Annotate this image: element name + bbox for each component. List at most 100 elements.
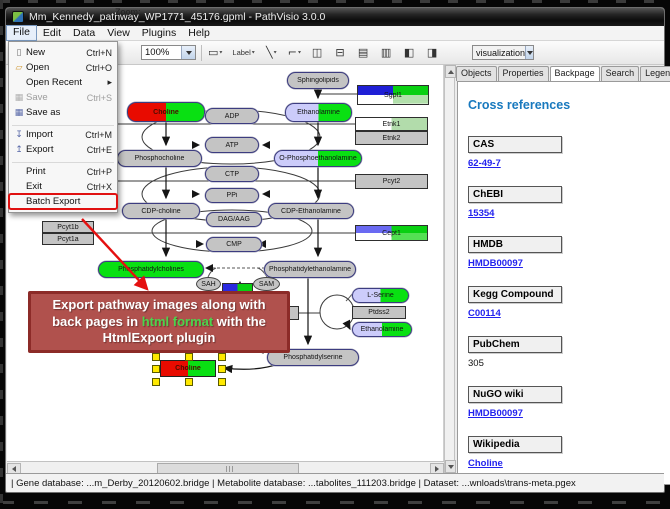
file-menu-item[interactable] — [12, 121, 114, 126]
visualization-dropdown-icon[interactable] — [525, 46, 533, 59]
frame-artifact-left — [0, 0, 3, 509]
pathway-node[interactable]: Ethanolamine — [352, 322, 412, 337]
file-menu-item-label: New — [26, 47, 45, 58]
pathway-node[interactable]: CDP-choline — [122, 203, 200, 219]
new-line-button[interactable]: ╲ ▾ — [263, 43, 280, 62]
file-menu-item-shortcut: Ctrl+P — [87, 167, 112, 177]
pathway-node-label: Pcyt1a — [56, 236, 79, 243]
align-center-y-button[interactable]: ⊟ — [332, 43, 349, 62]
xref-link[interactable]: 15354 — [468, 208, 494, 219]
file-menu-item-open-recent[interactable]: Open Recent ▸ — [9, 75, 117, 90]
pathway-node[interactable]: SAM — [253, 277, 280, 291]
pathway-node-label: Cept1 — [381, 230, 402, 237]
new-connector-button[interactable]: ⌐ ▾ — [286, 43, 303, 62]
pathway-node[interactable]: PPi — [205, 188, 259, 203]
file-menu-item-save-as[interactable]: ▦ Save as — [9, 105, 117, 120]
annotation-callout: Export pathway images along with back pa… — [28, 291, 290, 353]
selection-handle[interactable] — [185, 378, 193, 386]
align-center-x-button[interactable]: ◫ — [309, 43, 326, 62]
pathway-node[interactable]: Etnk2 — [355, 131, 428, 145]
menu-help[interactable]: Help — [182, 26, 216, 40]
new-datanode-button[interactable]: ▭ ▾ — [206, 43, 224, 62]
pathway-node[interactable]: DAG/AAG — [206, 212, 262, 227]
zoom-dropdown-icon[interactable] — [181, 46, 195, 59]
pathway-node[interactable]: ADP — [205, 108, 259, 124]
zoom-combobox[interactable]: 100% — [141, 45, 196, 60]
xref-link[interactable]: 62-49-7 — [468, 158, 501, 169]
new-label-button[interactable]: Label ▾ — [230, 43, 256, 62]
backpage-panel: Cross references CAS 62-49-7 ChEBI 15354… — [457, 81, 670, 485]
align-right-button[interactable]: ◨ — [424, 43, 441, 62]
pathway-node-label: DAG/AAG — [217, 216, 251, 223]
xref-link[interactable]: HMDB00097 — [468, 408, 523, 419]
tab-legend[interactable]: Legend — [640, 66, 670, 81]
tab-objects[interactable]: Objects — [456, 66, 497, 81]
canvas-horizontal-scrollbar[interactable] — [7, 461, 444, 473]
file-menu-item-label: Open — [26, 62, 49, 73]
pathway-node[interactable]: Pcyt2 — [355, 174, 428, 189]
file-menu-item[interactable] — [12, 158, 114, 163]
xref-database-name: HMDB — [468, 236, 562, 253]
file-menu-item-open[interactable]: ▱ Open Ctrl+O — [9, 60, 117, 75]
pathway-node-label: Ethanolamine — [360, 326, 405, 333]
file-menu-item-save[interactable]: ▦ Save Ctrl+S — [9, 90, 117, 105]
pathway-node[interactable]: CDP-Ethanolamine — [268, 203, 354, 219]
pathway-node[interactable]: Phosphocholine — [117, 150, 202, 167]
pathway-node[interactable]: Cept1 — [355, 225, 428, 241]
pathway-node[interactable]: Sgpl1 — [357, 85, 429, 105]
canvas-vertical-scrollbar[interactable] — [444, 65, 455, 473]
file-menu-item-shortcut: Ctrl+O — [86, 63, 112, 73]
pathway-node[interactable]: Etnk1 — [355, 117, 428, 131]
pathway-node[interactable]: Pcyt1b — [42, 221, 94, 233]
menu-edit[interactable]: Edit — [37, 26, 67, 40]
pathway-node[interactable]: O-Phosphoethanolamine — [274, 150, 362, 167]
selection-handle[interactable] — [218, 353, 226, 361]
file-menu-item-print[interactable]: Print Ctrl+P — [9, 164, 117, 179]
stack-horizontal-button[interactable]: ▥ — [378, 43, 395, 62]
pathway-node[interactable]: Phosphatidylcholines — [98, 261, 204, 278]
selection-handle[interactable] — [152, 378, 160, 386]
scroll-down-icon[interactable] — [445, 460, 456, 473]
selection-handle[interactable] — [218, 365, 226, 373]
pathway-node[interactable]: Ethanolamine — [285, 103, 352, 122]
selection-handle[interactable] — [152, 353, 160, 361]
pathway-node-label: Phosphatidylethanolamine — [268, 266, 352, 273]
selection-handle[interactable] — [218, 378, 226, 386]
align-left-button[interactable]: ◧ — [401, 43, 418, 62]
stack-vertical-button[interactable]: ▤ — [355, 43, 372, 62]
visualization-combobox[interactable]: visualization — [472, 45, 534, 60]
xref-link[interactable]: HMDB00097 — [468, 258, 523, 269]
pathway-node[interactable]: SAH — [196, 277, 221, 291]
pathway-node[interactable]: Ptdss2 — [352, 306, 406, 319]
xref-link[interactable]: C00114 — [468, 308, 501, 319]
file-menu-item-batch-export[interactable]: Batch Export — [9, 194, 117, 209]
pathway-node[interactable]: Sphingolipids — [287, 72, 349, 89]
file-menu-item-import[interactable]: ↧ Import Ctrl+M — [9, 127, 117, 142]
xref-link[interactable]: Choline — [468, 458, 503, 469]
pathway-node[interactable]: CTP — [205, 166, 259, 182]
tab-search[interactable]: Search — [601, 66, 640, 81]
file-menu-item-new[interactable]: ▯ New Ctrl+N — [9, 45, 117, 60]
pathway-node-label: Sgpl1 — [383, 92, 403, 99]
menu-file[interactable]: File — [6, 25, 37, 41]
side-panel-tabs: ObjectsPropertiesBackpageSearchLegend — [456, 66, 661, 81]
pathway-node-label: ATP — [224, 142, 239, 149]
pathway-node[interactable]: Phosphatidylethanolamine — [264, 261, 356, 278]
pathway-node[interactable]: CMP — [206, 237, 262, 252]
pathway-node[interactable]: L-Serine — [352, 288, 409, 303]
tab-backpage[interactable]: Backpage — [550, 66, 600, 81]
menu-view[interactable]: View — [101, 26, 136, 40]
file-menu-item-export[interactable]: ↥ Export Ctrl+E — [9, 142, 117, 157]
selection-handle[interactable] — [185, 353, 193, 361]
scroll-up-icon[interactable] — [445, 65, 456, 78]
tab-properties[interactable]: Properties — [498, 66, 549, 81]
xref-link[interactable]: 305 — [468, 358, 484, 369]
menu-data[interactable]: Data — [67, 26, 101, 40]
menu-plugins[interactable]: Plugins — [136, 26, 182, 40]
pathway-node[interactable]: Choline — [127, 102, 205, 122]
file-menu-item-exit[interactable]: Exit Ctrl+X — [9, 179, 117, 194]
pathway-node[interactable]: ATP — [205, 137, 259, 153]
pathway-node[interactable]: Pcyt1a — [42, 233, 94, 245]
window-title: Mm_Kennedy_pathway_WP1771_45176.gpml - P… — [29, 11, 325, 23]
selection-handle[interactable] — [152, 365, 160, 373]
